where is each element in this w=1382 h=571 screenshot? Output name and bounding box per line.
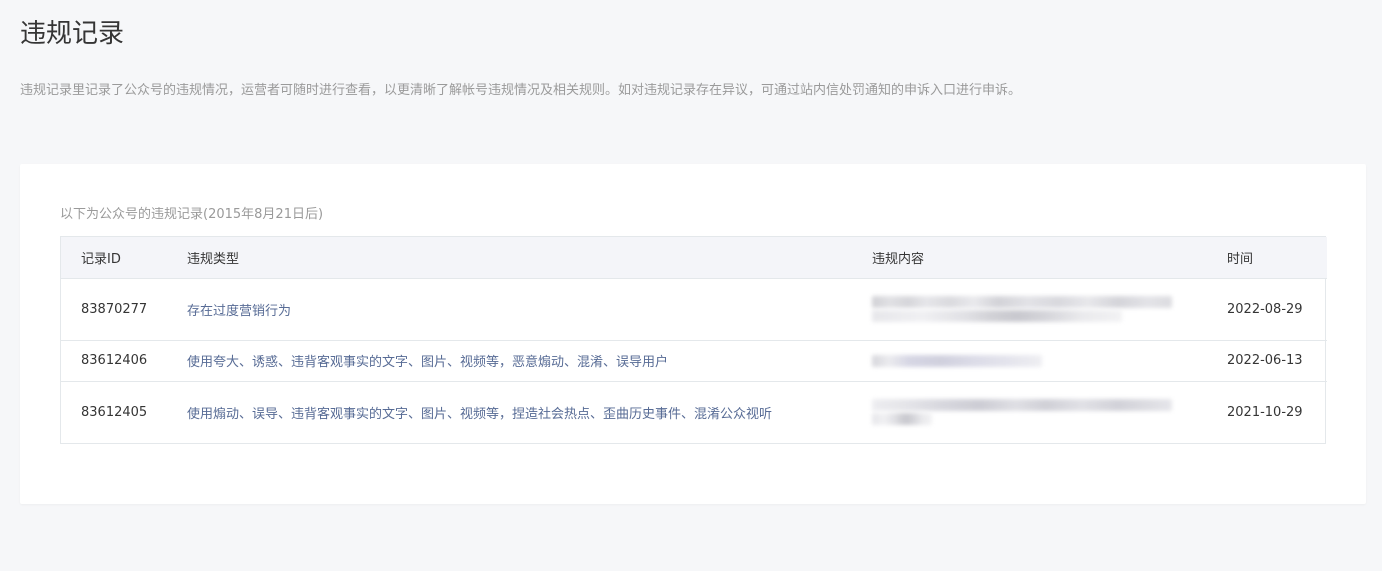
violation-type-link[interactable]: 使用煽动、误导、违背客观事实的文字、图片、视频等，捏造社会热点、歪曲历史事件、混… bbox=[181, 381, 852, 443]
column-header-id: 记录ID bbox=[81, 251, 121, 267]
record-id: 83612406 bbox=[81, 353, 148, 368]
violation-content-blurred bbox=[852, 340, 1207, 381]
blurred-text-line bbox=[872, 354, 1042, 367]
records-caption: 以下为公众号的违规记录(2015年8月21日后) bbox=[60, 207, 324, 222]
record-time: 2022-06-13 bbox=[1227, 353, 1303, 368]
violation-content-blurred bbox=[852, 381, 1207, 443]
page-title: 违规记录 bbox=[20, 19, 125, 49]
table-row: 83870277 存在过度营销行为 2022-08-29 bbox=[61, 278, 1327, 340]
record-id: 83612405 bbox=[81, 404, 148, 420]
violation-records-table: 记录ID 违规类型 违规内容 时间 83870277 存在过度营销行为 2022… bbox=[60, 236, 1327, 444]
record-time: 2021-10-29 bbox=[1227, 404, 1303, 420]
column-header-type: 违规类型 bbox=[187, 251, 240, 267]
violation-type-link[interactable]: 存在过度营销行为 bbox=[181, 278, 852, 340]
table-header-row: 记录ID 违规类型 违规内容 时间 bbox=[61, 237, 1327, 278]
blurred-text-line bbox=[872, 413, 932, 426]
violation-content-blurred bbox=[852, 278, 1207, 340]
column-header-time: 时间 bbox=[1227, 251, 1254, 267]
violation-type-link[interactable]: 使用夸大、诱惑、违背客观事实的文字、图片、视频等，恶意煽动、混淆、误导用户 bbox=[181, 340, 852, 381]
blurred-text-line bbox=[872, 310, 1122, 322]
table-row: 83612405 使用煽动、误导、违背客观事实的文字、图片、视频等，捏造社会热点… bbox=[61, 381, 1327, 443]
blurred-text-line bbox=[872, 296, 1172, 308]
column-header-content: 违规内容 bbox=[872, 251, 925, 267]
violation-records-card: 以下为公众号的违规记录(2015年8月21日后) 记录ID 违规类型 违规内容 … bbox=[20, 164, 1366, 504]
table-row: 83612406 使用夸大、诱惑、违背客观事实的文字、图片、视频等，恶意煽动、混… bbox=[61, 340, 1327, 381]
page-description: 违规记录里记录了公众号的违规情况，运营者可随时进行查看，以更清晰了解帐号违规情况… bbox=[20, 83, 1022, 98]
record-time: 2022-08-29 bbox=[1227, 301, 1303, 317]
blurred-text-line bbox=[872, 399, 1172, 412]
record-id: 83870277 bbox=[81, 301, 148, 317]
